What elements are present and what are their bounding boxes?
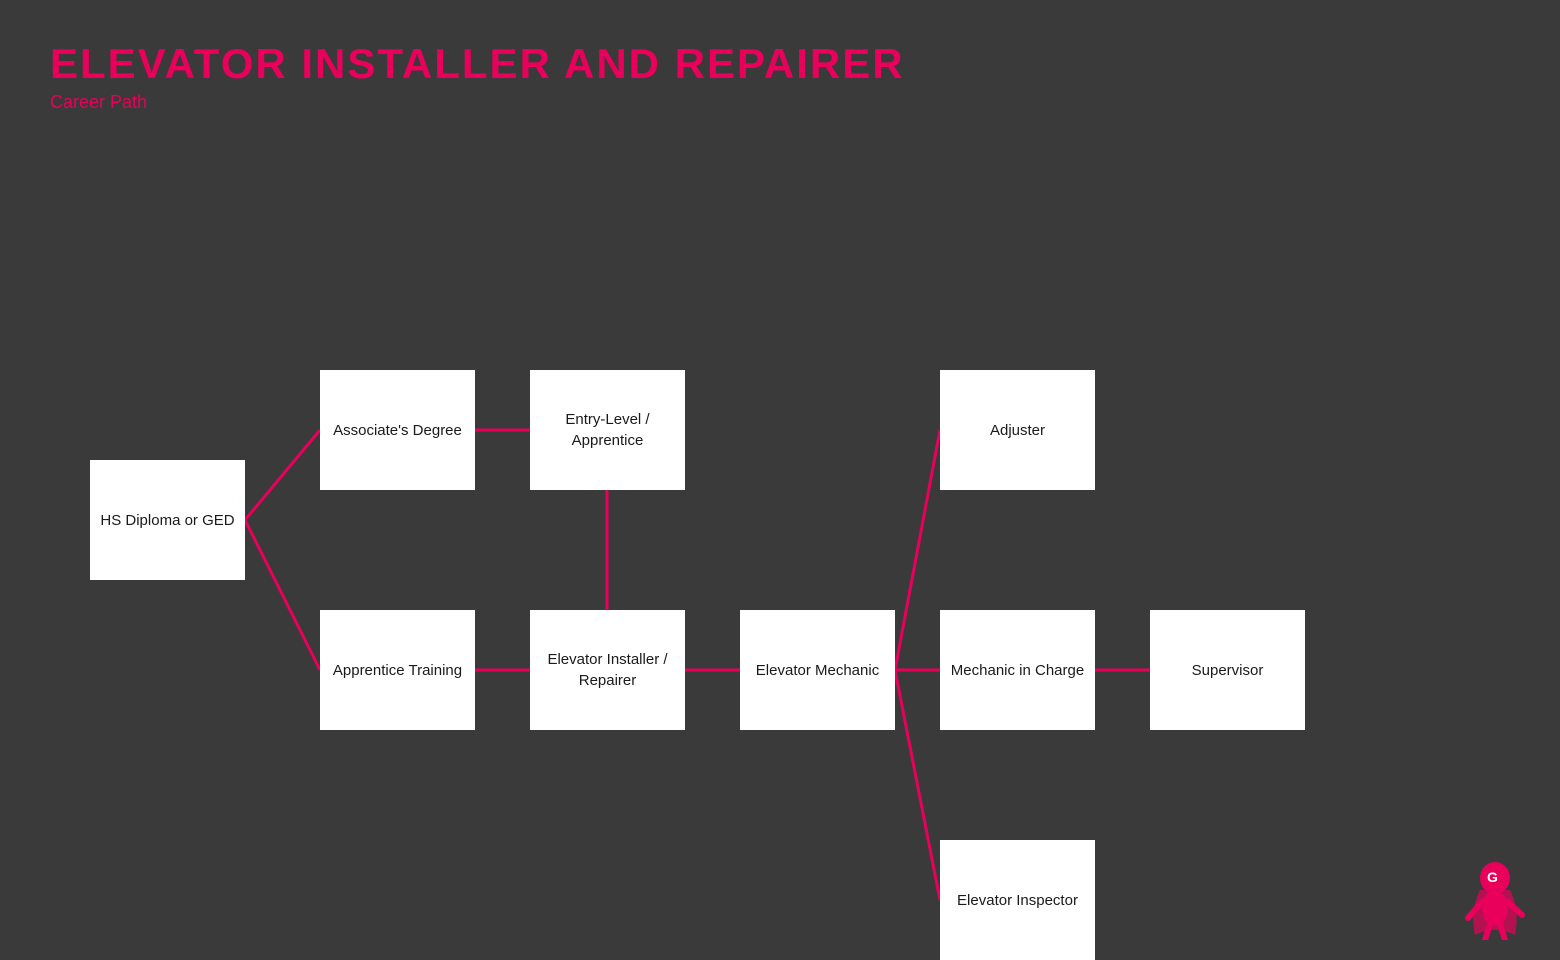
page-subtitle: Career Path <box>50 92 905 113</box>
node-entry-level: Entry-Level / Apprentice <box>530 370 685 490</box>
node-supervisor: Supervisor <box>1150 610 1305 730</box>
node-associates-degree: Associate's Degree <box>320 370 475 490</box>
page-title: ELEVATOR INSTALLER AND REPAIRER <box>50 40 905 88</box>
career-diagram: HS Diploma or GED Associate's Degree App… <box>0 160 1560 940</box>
mascot-icon: G <box>1460 860 1530 940</box>
node-apprentice-training: Apprentice Training <box>320 610 475 730</box>
node-adjuster: Adjuster <box>940 370 1095 490</box>
node-elevator-inspector: Elevator Inspector <box>940 840 1095 960</box>
node-hs-diploma: HS Diploma or GED <box>90 460 245 580</box>
svg-text:G: G <box>1487 869 1498 885</box>
node-elevator-installer: Elevator Installer / Repairer <box>530 610 685 730</box>
node-mechanic-in-charge: Mechanic in Charge <box>940 610 1095 730</box>
header: ELEVATOR INSTALLER AND REPAIRER Career P… <box>50 40 905 113</box>
node-elevator-mechanic: Elevator Mechanic <box>740 610 895 730</box>
